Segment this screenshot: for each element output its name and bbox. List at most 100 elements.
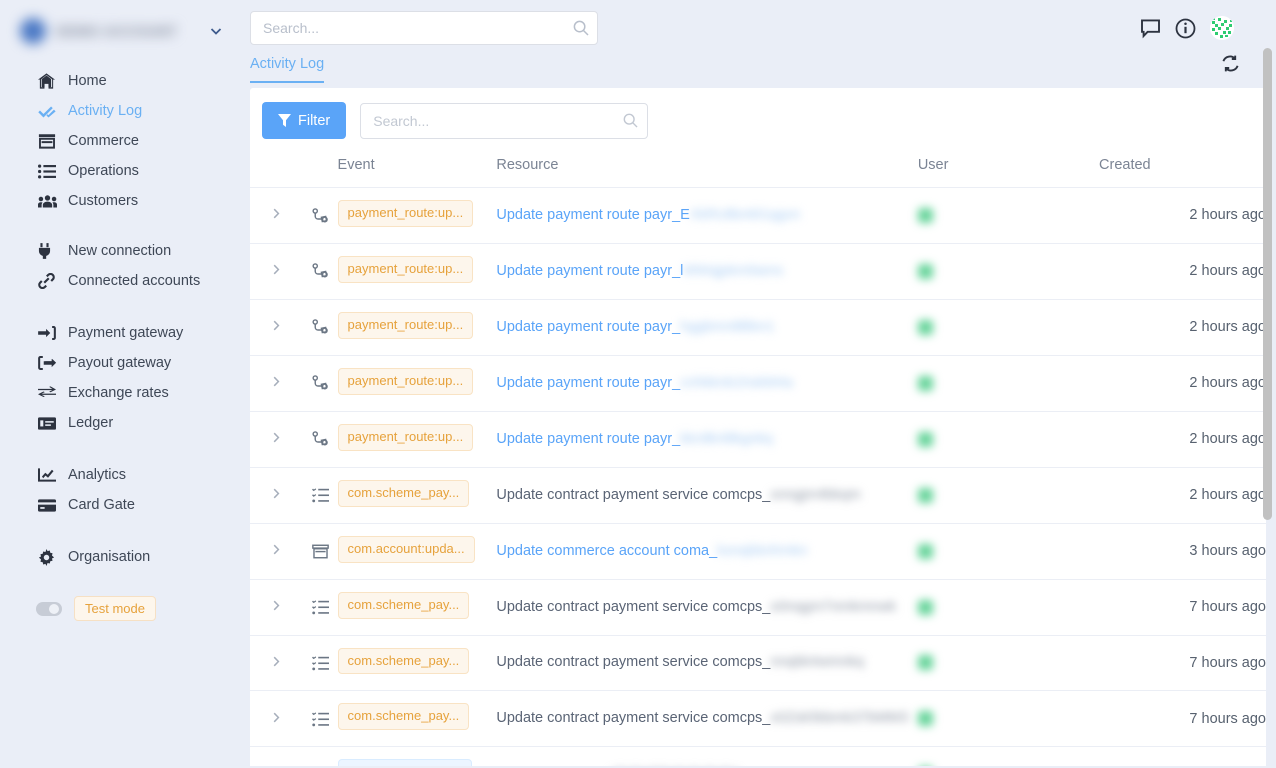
chevron-right-icon[interactable]	[271, 711, 282, 723]
sidebar-item-connected-accounts[interactable]: Connected accounts	[0, 266, 240, 296]
chevron-right-icon[interactable]	[271, 655, 282, 667]
table-row[interactable]: payment_route:up... Update payment route …	[250, 187, 1266, 244]
created-cell: 2 hours ago	[1099, 411, 1266, 468]
avatar[interactable]	[1210, 16, 1234, 40]
resource-link[interactable]: Update payment route payr_E	[496, 207, 689, 223]
chevron-right-icon[interactable]	[271, 599, 282, 611]
event-badge[interactable]: payment_route:up...	[337, 311, 474, 339]
event-badge[interactable]: com.scheme_pay...	[337, 647, 470, 675]
sidebar-item-payment-gateway[interactable]: Payment gateway	[0, 318, 240, 348]
th-created[interactable]: Created	[1099, 151, 1266, 188]
sidebar-item-commerce[interactable]: Commerce	[0, 126, 240, 156]
event-badge[interactable]: payment_route:up...	[337, 367, 474, 395]
search-icon[interactable]	[623, 113, 638, 128]
table-row[interactable]: com.scheme_pay... Update contract payment…	[250, 635, 1266, 692]
resource-cell: Update contract payment service comcps_o…	[496, 579, 918, 636]
event-badge[interactable]: com.scheme_pay...	[337, 479, 470, 507]
chevron-right-icon[interactable]	[271, 319, 282, 331]
table-header-row: Event Resource User Created	[250, 151, 1266, 188]
divider	[0, 216, 240, 236]
created-cell: 2 hours ago	[1099, 467, 1266, 524]
sidebar-item-analytics[interactable]: Analytics	[0, 460, 240, 490]
chevron-right-icon[interactable]	[271, 263, 282, 275]
sidebar-item-new-connection[interactable]: New connection	[0, 236, 240, 266]
search-input[interactable]	[360, 102, 649, 139]
table-row[interactable]: com.scheme_pay... Update contract payment…	[250, 690, 1266, 748]
table-row[interactable]: payment_route:up... Update payment route …	[250, 355, 1266, 412]
event-badge[interactable]: payment_route:up...	[337, 200, 474, 227]
table-row[interactable]: payment_route:up... Update payment route …	[250, 243, 1266, 300]
resource-link[interactable]: Update payment route payr_	[496, 431, 680, 447]
avatar	[917, 431, 933, 447]
type-icon-cell	[302, 411, 338, 468]
activity-log-card: Filter Event	[250, 88, 1266, 766]
info-circle-icon[interactable]	[1175, 18, 1196, 39]
event-cell: payment_route:up...	[337, 299, 497, 356]
event-badge[interactable]: com.scheme_pay...	[337, 703, 470, 731]
event-badge[interactable]: com.scheme_pay...	[337, 591, 470, 619]
table-row[interactable]: com.scheme_pay... Update contract payment…	[250, 579, 1266, 636]
table-row[interactable]: payment_routing_... Update rule prsc_nknk…	[250, 746, 1266, 766]
th-event[interactable]: Event	[337, 151, 497, 188]
chevron-right-icon[interactable]	[271, 207, 282, 219]
sidebar-item-activity-log[interactable]: Activity Log	[0, 96, 240, 126]
th-type-icon	[302, 151, 338, 188]
event-badge[interactable]: payment_route:up...	[337, 255, 474, 283]
scrollbar-thumb[interactable]	[1263, 48, 1272, 520]
sidebar-item-label: Operations	[68, 163, 139, 179]
resource-link[interactable]: Update commerce account coma_	[496, 543, 717, 559]
test-mode-badge[interactable]: Test mode	[74, 596, 156, 621]
toggle-off-icon[interactable]	[36, 601, 62, 616]
sidebar-item-ledger[interactable]: Ledger	[0, 408, 240, 438]
event-cell: com.scheme_pay...	[337, 579, 497, 636]
user-cell	[917, 355, 1100, 412]
event-badge[interactable]: payment_route:up...	[337, 423, 474, 451]
filter-button[interactable]: Filter	[262, 102, 347, 139]
expand-cell	[250, 355, 303, 412]
resource-id-redacted: XkRc8bnM1qgvn	[689, 206, 801, 223]
chevron-right-icon[interactable]	[271, 543, 282, 555]
table-row[interactable]: com.scheme_pay... Update contract payment…	[250, 467, 1266, 524]
th-user[interactable]: User	[917, 151, 1100, 188]
chevron-right-icon[interactable]	[271, 375, 282, 387]
page-scrollbar[interactable]	[1263, 0, 1272, 768]
comment-icon[interactable]	[1140, 18, 1161, 39]
resource-link[interactable]: Update payment route payr_	[496, 319, 680, 335]
table-search	[360, 102, 649, 139]
sidebar-item-organisation[interactable]: Organisation	[0, 542, 240, 572]
search-icon[interactable]	[573, 20, 589, 36]
money-check-icon	[38, 414, 58, 432]
sidebar-item-payout-gateway[interactable]: Payout gateway	[0, 348, 240, 378]
sidebar-item-operations[interactable]: Operations	[0, 156, 240, 186]
link-icon	[38, 272, 58, 290]
chevron-right-icon[interactable]	[271, 487, 282, 499]
event-badge[interactable]: com.account:upda...	[337, 535, 475, 563]
sidebar-item-customers[interactable]: Customers	[0, 186, 240, 216]
tab-activity-log[interactable]: Activity Log	[250, 56, 325, 83]
account-switcher[interactable]: DEMO ACCOUNT	[20, 10, 224, 52]
created-cell: 2 hours ago	[1099, 243, 1266, 300]
table-row[interactable]: payment_route:up... Update payment route …	[250, 299, 1266, 356]
chart-line-icon	[38, 466, 58, 484]
sidebar-item-home[interactable]: Home	[0, 66, 240, 96]
event-cell: com.scheme_pay...	[337, 690, 497, 748]
chevron-down-icon[interactable]	[208, 23, 224, 39]
created-cell: 2 hours ago	[1099, 355, 1266, 412]
expand-cell	[250, 187, 303, 244]
th-resource[interactable]: Resource	[496, 151, 918, 188]
search-input[interactable]	[250, 11, 598, 45]
table-row[interactable]: com.account:upda... Update commerce accou…	[250, 523, 1266, 580]
user-cell	[917, 690, 1100, 748]
event-badge[interactable]: payment_routing_...	[337, 759, 473, 766]
sidebar-item-exchange-rates[interactable]: Exchange rates	[0, 378, 240, 408]
resource-link[interactable]: Update payment route payr_l	[496, 263, 683, 279]
avatar	[917, 263, 933, 279]
refresh-icon[interactable]	[1221, 54, 1240, 73]
resource-link[interactable]: Update payment route payr_	[496, 375, 680, 391]
expand-cell	[250, 467, 303, 524]
type-icon-cell	[302, 746, 338, 766]
sidebar-item-card-gate[interactable]: Card Gate	[0, 490, 240, 520]
table-row[interactable]: payment_route:up... Update payment route …	[250, 411, 1266, 468]
gear-icon	[38, 548, 58, 566]
chevron-right-icon[interactable]	[271, 431, 282, 443]
